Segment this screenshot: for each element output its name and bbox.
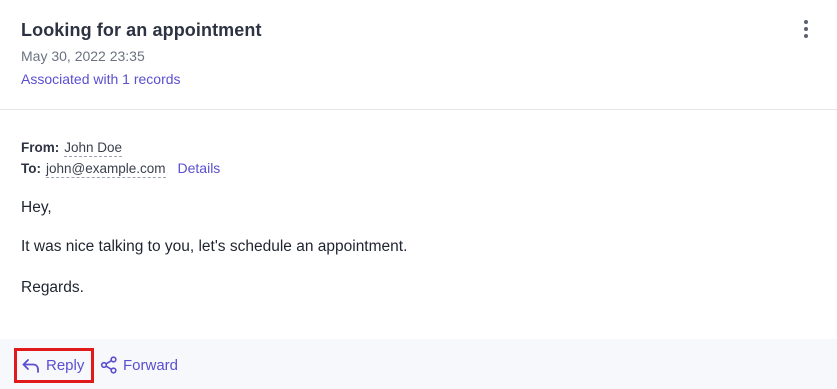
associated-records-link[interactable]: Associated with 1 records: [21, 71, 181, 87]
details-link[interactable]: Details: [178, 158, 221, 179]
forward-button[interactable]: Forward: [100, 352, 178, 378]
to-value[interactable]: john@example.com: [46, 161, 166, 178]
email-greeting: Hey,: [21, 199, 52, 216]
reply-label: Reply: [46, 357, 85, 374]
from-row: From: John Doe: [21, 137, 220, 158]
email-header: Looking for an appointment May 30, 2022 …: [0, 0, 837, 110]
kebab-dot: [804, 27, 808, 31]
kebab-dot: [804, 20, 808, 24]
email-body-line: It was nice talking to you, let's schedu…: [21, 238, 408, 255]
to-row: To: john@example.com Details: [21, 158, 220, 179]
email-date: May 30, 2022 23:35: [21, 48, 145, 64]
from-label: From:: [21, 140, 60, 155]
from-value[interactable]: John Doe: [64, 140, 123, 157]
more-vertical-icon[interactable]: [796, 18, 816, 40]
reply-arrow-icon: [22, 358, 39, 373]
forward-label: Forward: [123, 356, 179, 374]
kebab-dot: [804, 34, 808, 38]
reply-button[interactable]: Reply: [14, 348, 94, 383]
email-closing: Regards.: [21, 279, 84, 296]
to-label: To:: [21, 161, 41, 176]
email-subject: Looking for an appointment: [21, 20, 262, 40]
email-card: Looking for an appointment May 30, 2022 …: [0, 0, 837, 389]
email-meta: From: John Doe To: john@example.com Deta…: [21, 137, 220, 179]
share-icon: [100, 356, 117, 374]
